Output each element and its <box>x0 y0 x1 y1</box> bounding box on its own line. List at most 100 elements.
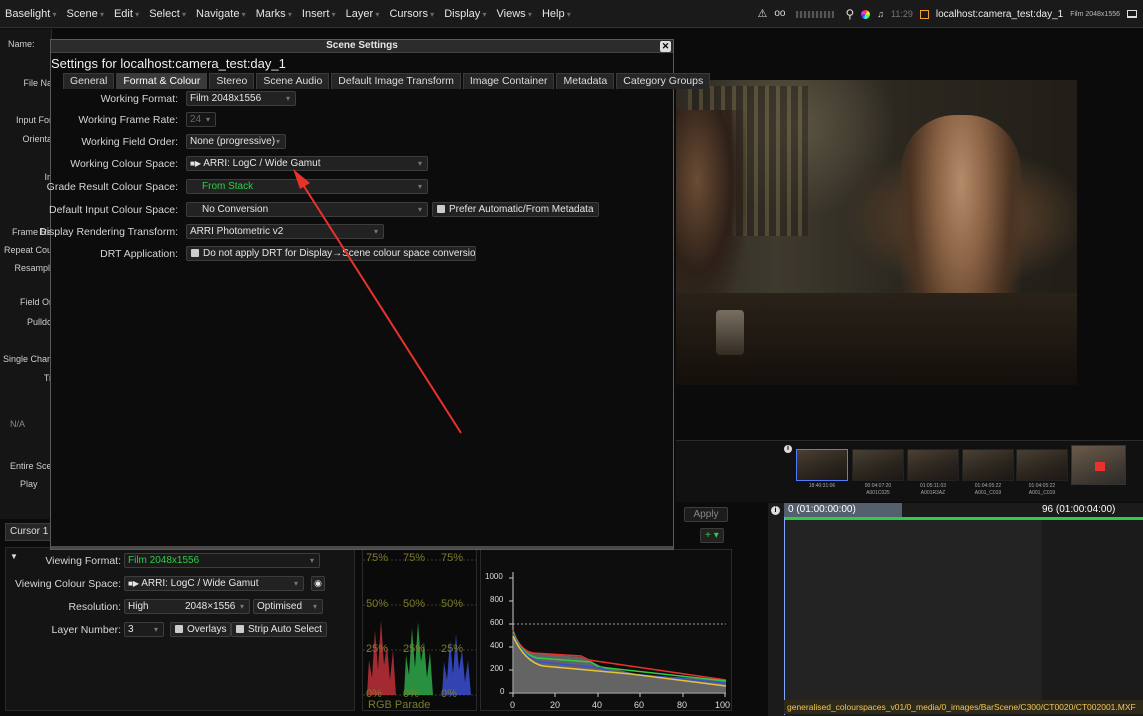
optimised-dropdown[interactable]: Optimised <box>253 599 323 614</box>
thumb-3[interactable] <box>907 449 959 481</box>
warning-icon[interactable]: ⚠ <box>757 8 767 20</box>
timeline-info-icon[interactable]: i <box>771 506 780 515</box>
close-icon[interactable]: ✕ <box>660 41 671 52</box>
working-format-dropdown[interactable]: Film 2048x1556 <box>186 91 296 106</box>
drt-application-toggle[interactable]: Do not apply DRT for Display→Scene colou… <box>186 246 476 261</box>
menu-scene[interactable]: Scene <box>62 8 109 20</box>
default-input-colour-space-dropdown[interactable]: No Conversion <box>186 202 428 217</box>
thumb-2[interactable] <box>852 449 904 481</box>
tab-category-groups[interactable]: Category Groups <box>616 73 711 89</box>
resolution-dims: 2048×1556 <box>185 601 236 612</box>
lock-button[interactable]: ◉ <box>311 576 325 591</box>
viewing-colour-space-dropdown[interactable]: ■▶ ARRI: LogC / Wide Gamut <box>124 576 304 591</box>
dialog-titlebar[interactable]: Scene Settings ✕ <box>51 40 673 53</box>
working-frame-rate-label: Working Frame Rate: <box>78 114 178 126</box>
resolution-dropdown[interactable]: High 2048×1556 <box>124 599 250 614</box>
parade-level-0-b: 0% <box>441 688 457 700</box>
layer-number-input[interactable]: 3 <box>124 622 164 637</box>
rgb-parade-scope[interactable]: 75% 75% 75% 50% 50% 50% 25% 25% 25% 0% 0… <box>362 549 478 711</box>
timeline-panel[interactable]: i 0 (01:00:00:00) 96 (01:00:04:00) gener… <box>768 503 1143 716</box>
working-frame-rate-dropdown[interactable]: 24 <box>186 112 216 127</box>
viewing-colour-space-value: ARRI: LogC / Wide Gamut <box>141 578 259 589</box>
working-format-label: Working Format: <box>100 93 178 105</box>
thumb-4[interactable] <box>962 449 1014 481</box>
input-format-label: Input For <box>15 115 52 125</box>
strip-auto-select-toggle[interactable]: Strip Auto Select <box>231 622 327 637</box>
timeline-playhead[interactable] <box>784 517 785 715</box>
tab-format-colour[interactable]: Format & Colour <box>116 73 208 89</box>
resolution-label: Resolution: <box>68 601 121 613</box>
viewer-image[interactable] <box>676 80 1077 385</box>
tab-scene-audio[interactable]: Scene Audio <box>256 73 330 89</box>
display-rendering-transform-dropdown[interactable]: ARRI Photometric v2 <box>186 224 384 239</box>
window-icon[interactable] <box>1127 10 1137 18</box>
menu-help[interactable]: Help <box>537 8 576 20</box>
colour-wheel-icon[interactable] <box>861 9 871 19</box>
thumb-4-name: A001_C019 <box>974 490 1002 496</box>
parade-level-25-g: 25% <box>403 643 426 655</box>
menu-marks[interactable]: Marks <box>251 8 297 20</box>
tab-general[interactable]: General <box>63 73 115 89</box>
grade-result-colour-space-dropdown[interactable]: From Stack <box>186 179 428 194</box>
thumb-3-name: A001R3AZ <box>920 490 946 496</box>
dialog-resize-bar[interactable] <box>51 546 673 549</box>
curve-graph[interactable]: 1000 800 600 400 200 0 0 20 40 60 80 100 <box>480 549 732 711</box>
menu-baselight[interactable]: Baselight <box>0 8 62 20</box>
tab-default-image-transform[interactable]: Default Image Transform <box>331 73 461 89</box>
file-name-label: File Na <box>23 78 52 88</box>
apply-button[interactable]: Apply <box>684 507 728 522</box>
thumb-6[interactable] <box>1071 445 1126 485</box>
dialog-tabs: General Format & Colour Stereo Scene Aud… <box>63 73 711 89</box>
overlays-toggle[interactable]: Overlays <box>170 622 232 637</box>
parade-level-50-r: 50% <box>366 598 389 610</box>
thumb-1-tc: 18:40:31:06 <box>808 483 836 489</box>
parade-level-75-r: 75% <box>366 552 389 564</box>
prefer-automatic-toggle[interactable]: Prefer Automatic/From Metadata <box>432 202 599 217</box>
left-panel: Name: File Na Input For Orienta In Frame… <box>0 29 57 519</box>
menubar-status: ⚠ οο ⚲ ♫ 11:29 localhost:camera_test:day… <box>757 0 1143 28</box>
working-colour-space-value: ARRI: LogC / Wide Gamut <box>203 158 321 169</box>
menu-cursors[interactable]: Cursors <box>384 8 439 20</box>
menu-edit[interactable]: Edit <box>109 8 144 20</box>
menu-select[interactable]: Select <box>144 8 191 20</box>
red-channel <box>367 620 396 695</box>
working-colour-space-dropdown[interactable]: ■▶ ARRI: LogC / Wide Gamut <box>186 156 428 171</box>
menu-insert[interactable]: Insert <box>297 8 341 20</box>
stereo-glasses-icon[interactable]: οο <box>774 9 785 19</box>
tab-image-container[interactable]: Image Container <box>462 73 555 89</box>
overlays-checkbox <box>175 625 183 633</box>
info-icon[interactable]: i <box>784 445 792 453</box>
repeat-count-label: Repeat Cou <box>3 245 52 255</box>
cursor-tab[interactable]: Cursor 1 <box>5 523 53 541</box>
thumb-5-tc: 01:04:05:22 <box>1028 483 1056 489</box>
timeline-end-label: 96 (01:00:04:00) <box>1042 504 1116 515</box>
default-input-colour-space-value: No Conversion <box>202 204 269 215</box>
viewing-format-dropdown[interactable]: Film 2048x1556 <box>124 553 320 568</box>
scene-list-icon[interactable] <box>919 9 929 19</box>
prefer-automatic-label: Prefer Automatic/From Metadata <box>449 204 594 215</box>
parade-level-50-b: 50% <box>441 598 464 610</box>
menu-display[interactable]: Display <box>439 8 491 20</box>
tab-stereo[interactable]: Stereo <box>209 73 255 89</box>
search-icon[interactable]: ⚲ <box>845 8 854 20</box>
strip-auto-label: Strip Auto Select <box>248 624 322 635</box>
cursor-collapse-icon[interactable]: ▼ <box>10 552 18 561</box>
add-button[interactable]: + ▾ <box>700 528 724 543</box>
single-channel-label: Single Chan <box>2 354 52 364</box>
grade-result-colour-space-value: From Stack <box>202 181 254 192</box>
menu-layer[interactable]: Layer <box>341 8 385 20</box>
menu-views[interactable]: Views <box>492 8 537 20</box>
working-field-order-dropdown[interactable]: None (progressive) <box>186 134 286 149</box>
thumb-5[interactable] <box>1016 449 1068 481</box>
format-tag: Film 2048x1556 <box>1070 10 1120 18</box>
glass <box>716 310 744 355</box>
menu-navigate[interactable]: Navigate <box>191 8 251 20</box>
x-tick-0: 0 <box>510 700 516 710</box>
tab-metadata[interactable]: Metadata <box>556 73 615 89</box>
parade-level-75-g: 75% <box>403 552 426 564</box>
parade-level-25-b: 25% <box>441 643 464 655</box>
x-tick-100: 100 <box>715 700 731 710</box>
layer-number-label: Layer Number: <box>51 624 121 636</box>
thumb-1[interactable] <box>796 449 848 481</box>
audio-icon[interactable]: ♫ <box>877 9 884 19</box>
